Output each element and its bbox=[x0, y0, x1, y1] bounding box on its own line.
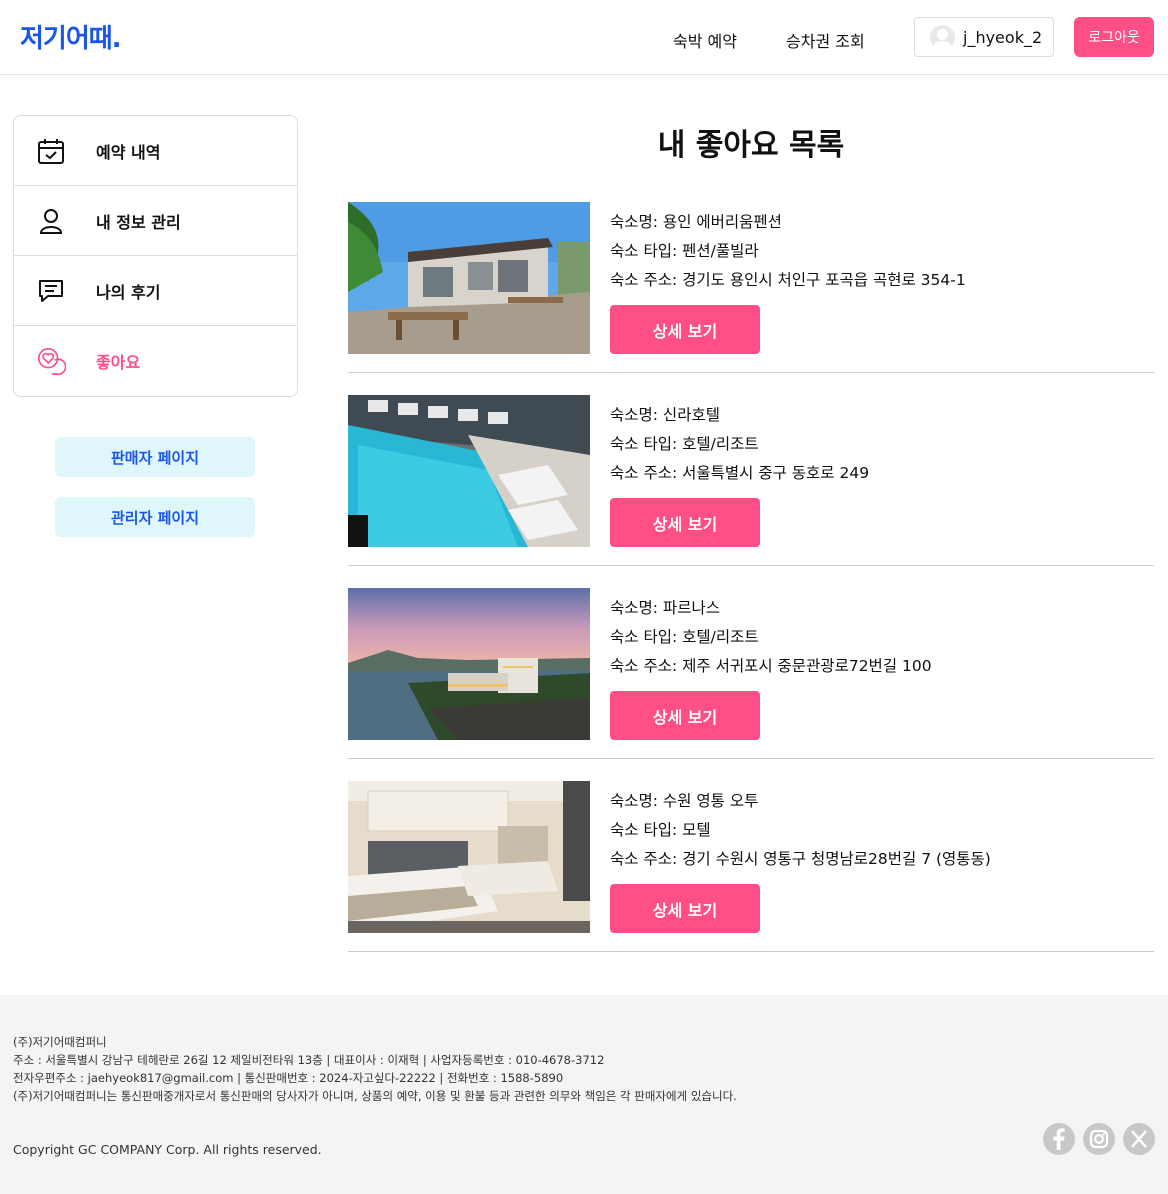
accommodation-type: 숙소 타입: 호텔/리조트 bbox=[610, 628, 759, 646]
x-icon[interactable] bbox=[1123, 1123, 1155, 1155]
accommodation-type: 숙소 타입: 펜션/풀빌라 bbox=[610, 242, 759, 260]
accommodation-name: 숙소명: 신라호텔 bbox=[610, 406, 720, 424]
accommodation-info: 숙소명: 수원 영통 오투 숙소 타입: 모텔 숙소 주소: 경기 수원시 영통… bbox=[610, 787, 991, 874]
company-disclaimer: (주)저기어때컴퍼니는 통신판매중개자로서 통신판매의 당사자가 아니며, 상품… bbox=[13, 1089, 737, 1103]
username: j_hyeok_2 bbox=[963, 27, 1043, 47]
list-item: 숙소명: 파르나스 숙소 타입: 호텔/리조트 숙소 주소: 제주 서귀포시 중… bbox=[348, 566, 1154, 759]
header: 저기어때. 숙박 예약 승차권 조회 j_hyeok_2 로그아웃 bbox=[0, 0, 1168, 75]
detail-button[interactable]: 상세 보기 bbox=[610, 305, 760, 354]
accommodation-type: 숙소 타입: 호텔/리조트 bbox=[610, 435, 759, 453]
user-icon bbox=[36, 206, 66, 236]
sidebar-item-reviews[interactable]: 나의 후기 bbox=[14, 256, 297, 326]
accommodation-name: 숙소명: 용인 에버리움펜션 bbox=[610, 213, 782, 231]
accommodation-address: 숙소 주소: 제주 서귀포시 중문관광로72번길 100 bbox=[610, 657, 932, 675]
accommodation-name: 숙소명: 파르나스 bbox=[610, 599, 720, 617]
list-item: 숙소명: 용인 에버리움펜션 숙소 타입: 펜션/풀빌라 숙소 주소: 경기도 … bbox=[348, 180, 1154, 373]
accommodation-name: 숙소명: 수원 영통 오투 bbox=[610, 792, 759, 810]
sidebar: 예약 내역 내 정보 관리 나의 후기 좋아요 bbox=[13, 115, 298, 397]
accommodation-info: 숙소명: 용인 에버리움펜션 숙소 타입: 펜션/풀빌라 숙소 주소: 경기도 … bbox=[610, 208, 966, 295]
detail-button[interactable]: 상세 보기 bbox=[610, 884, 760, 933]
accommodation-address: 숙소 주소: 경기도 용인시 처인구 포곡읍 곡현로 354-1 bbox=[610, 271, 966, 289]
logout-button[interactable]: 로그아웃 bbox=[1074, 17, 1154, 57]
accommodation-address: 숙소 주소: 경기 수원시 영통구 청명남로28번길 7 (영통동) bbox=[610, 850, 991, 868]
accommodation-type: 숙소 타입: 모텔 bbox=[610, 821, 711, 839]
company-contact: 전자우편주소 : jaehyeok817@gmail.com | 통신판매번호 … bbox=[13, 1071, 564, 1085]
accommodation-address: 숙소 주소: 서울특별시 중구 동호로 249 bbox=[610, 464, 870, 482]
sidebar-item-label: 나의 후기 bbox=[96, 282, 161, 302]
company-address: 주소 : 서울특별시 강남구 테헤란로 26길 12 제일비전타워 13층 | … bbox=[13, 1053, 605, 1067]
instagram-icon[interactable] bbox=[1083, 1123, 1115, 1155]
user-profile-box[interactable]: j_hyeok_2 bbox=[914, 17, 1054, 57]
calendar-check-icon bbox=[36, 136, 66, 166]
admin-page-button[interactable]: 관리자 페이지 bbox=[55, 497, 255, 537]
heart-chat-icon bbox=[36, 346, 66, 376]
accommodation-photo[interactable] bbox=[348, 588, 590, 740]
facebook-icon[interactable] bbox=[1043, 1123, 1075, 1155]
chat-icon bbox=[36, 276, 66, 306]
list-item: 숙소명: 수원 영통 오투 숙소 타입: 모텔 숙소 주소: 경기 수원시 영통… bbox=[348, 759, 1154, 952]
detail-button[interactable]: 상세 보기 bbox=[610, 691, 760, 740]
nav-stay-reservation[interactable]: 숙박 예약 bbox=[673, 28, 737, 52]
accommodation-info: 숙소명: 신라호텔 숙소 타입: 호텔/리조트 숙소 주소: 서울특별시 중구 … bbox=[610, 401, 869, 488]
accommodation-photo[interactable] bbox=[348, 202, 590, 354]
list-item: 숙소명: 신라호텔 숙소 타입: 호텔/리조트 숙소 주소: 서울특별시 중구 … bbox=[348, 373, 1154, 566]
likes-list: 숙소명: 용인 에버리움펜션 숙소 타입: 펜션/풀빌라 숙소 주소: 경기도 … bbox=[348, 180, 1154, 952]
page-title: 내 좋아요 목록 bbox=[657, 128, 845, 163]
sidebar-item-label: 예약 내역 bbox=[96, 142, 161, 162]
company-name: (주)저기어때컴퍼니 bbox=[13, 1035, 107, 1049]
seller-page-button[interactable]: 판매자 페이지 bbox=[55, 437, 255, 477]
accommodation-info: 숙소명: 파르나스 숙소 타입: 호텔/리조트 숙소 주소: 제주 서귀포시 중… bbox=[610, 594, 932, 681]
accommodation-photo[interactable] bbox=[348, 781, 590, 933]
sidebar-item-label: 내 정보 관리 bbox=[96, 212, 181, 232]
accommodation-photo[interactable] bbox=[348, 395, 590, 547]
sidebar-item-my-info[interactable]: 내 정보 관리 bbox=[14, 186, 297, 256]
nav-ticket-lookup[interactable]: 승차권 조회 bbox=[786, 28, 865, 52]
sidebar-item-reservations[interactable]: 예약 내역 bbox=[14, 116, 297, 186]
avatar-icon bbox=[930, 24, 955, 50]
logo[interactable]: 저기어때. bbox=[20, 18, 122, 55]
company-info: (주)저기어때컴퍼니 주소 : 서울특별시 강남구 테헤란로 26길 12 제일… bbox=[13, 1033, 737, 1105]
detail-button[interactable]: 상세 보기 bbox=[610, 498, 760, 547]
copyright: Copyright GC COMPANY Corp. All rights re… bbox=[13, 1142, 322, 1157]
footer: (주)저기어때컴퍼니 주소 : 서울특별시 강남구 테헤란로 26길 12 제일… bbox=[0, 995, 1168, 1194]
sidebar-item-likes[interactable]: 좋아요 bbox=[14, 326, 297, 396]
sidebar-item-label: 좋아요 bbox=[96, 353, 141, 372]
